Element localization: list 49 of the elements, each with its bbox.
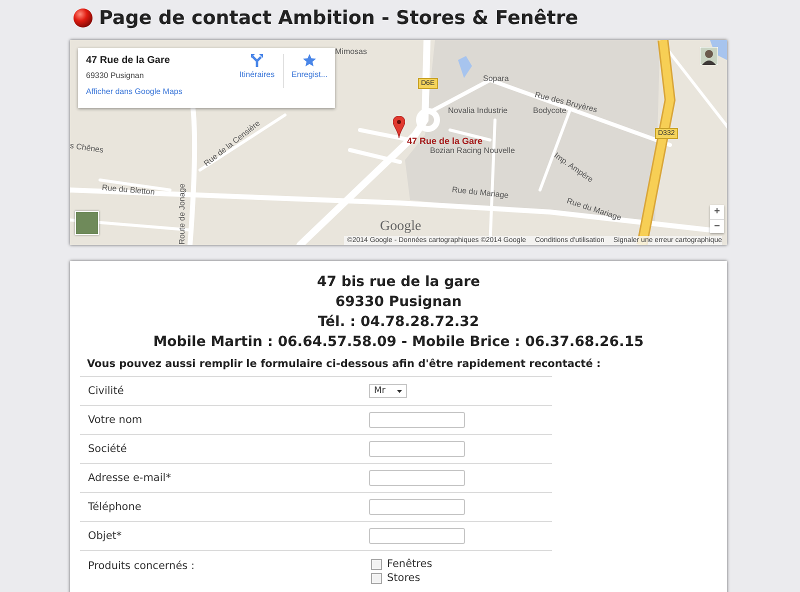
map-label: Rue du Mariage <box>452 185 510 200</box>
field-label: Votre nom <box>80 405 369 434</box>
place-name: 47 Rue de la Gare <box>86 55 171 66</box>
zoom-out-button[interactable]: − <box>710 219 724 233</box>
text-input-field[interactable] <box>369 528 465 544</box>
map-label: Bozian Racing Nouvelle <box>430 146 515 155</box>
map-label: Mimosas <box>335 47 368 56</box>
field-label: Téléphone <box>80 492 369 521</box>
checkbox-option[interactable]: Stores <box>369 572 420 584</box>
checkbox-option[interactable]: Fenêtres <box>369 558 432 570</box>
text-input-field[interactable] <box>369 470 465 486</box>
text-input-field[interactable] <box>369 441 465 457</box>
map-label: Novalia Industrie <box>448 106 508 115</box>
text-input-field[interactable] <box>369 499 465 515</box>
form-intro: Vous pouvez aussi remplir le formulaire ci-dessous afin d'être rapidement recontacté : <box>87 358 602 370</box>
field-label: Objet* <box>80 521 369 550</box>
save-button[interactable]: Enregist... <box>283 54 335 88</box>
zoom-in-button[interactable]: + <box>710 205 724 219</box>
field-label: Civilité <box>80 376 369 405</box>
contact-line: Mobile Martin : 06.64.57.58.09 - Mobile Brice : 06.37.68.26.15 <box>152 333 645 352</box>
field-label: Société <box>80 434 369 463</box>
caret-icon <box>397 390 402 392</box>
satellite-view-thumbnail[interactable] <box>75 211 99 235</box>
checkbox[interactable] <box>371 558 382 570</box>
map-label: s Chênes <box>70 141 104 155</box>
fork-arrow-icon <box>251 54 263 67</box>
page-title: Page de contact Ambition - Stores & Fenêtre <box>99 7 578 29</box>
map-label: Route de Jonage <box>178 184 186 244</box>
civility-select[interactable]: Mr <box>369 384 407 398</box>
directions-button[interactable]: Itinéraires <box>231 54 283 88</box>
checkbox[interactable] <box>371 572 382 584</box>
contact-line: 69330 Pusignan <box>334 293 463 312</box>
marker-label: 47 Rue de la Gare <box>407 136 483 146</box>
place-address: 69330 Pusignan <box>86 71 145 80</box>
bullet-icon <box>73 8 93 28</box>
field-label: Produits concernés : <box>80 550 369 584</box>
map-label: Sopara <box>483 74 509 83</box>
text-input-field[interactable] <box>369 412 465 428</box>
field-label: Adresse e-mail* <box>80 463 369 492</box>
map-pin-icon[interactable] <box>393 116 405 138</box>
google-logo: Google <box>380 219 422 235</box>
google-maps-link[interactable]: Afficher dans Google Maps <box>86 87 231 96</box>
contact-line: 47 bis rue de la gare <box>316 273 481 292</box>
pond-shape <box>458 56 472 78</box>
contact-line: Tél. : 04.78.28.72.32 <box>316 313 480 332</box>
user-avatar-icon[interactable] <box>700 47 718 65</box>
star-icon <box>303 54 316 67</box>
map-label: Rue du Bletton <box>102 183 156 197</box>
map-label: Bodycote <box>533 106 566 115</box>
